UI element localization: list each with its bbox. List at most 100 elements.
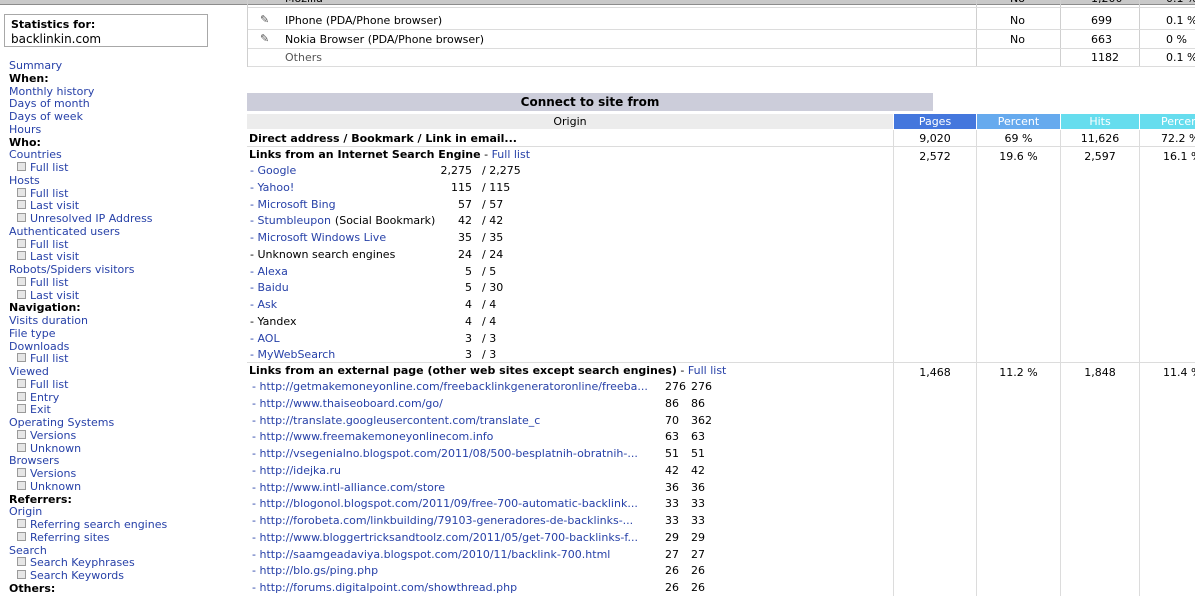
search-engine-item[interactable]: - Baidu xyxy=(250,281,289,294)
search-engine-name[interactable]: - MyWebSearch xyxy=(250,348,335,361)
search-engine-pages: 24 xyxy=(458,247,472,261)
search-engine-pages: 42 xyxy=(458,214,472,228)
search-engine-pages: 2,275 xyxy=(440,164,473,177)
sidebar-link-summary[interactable]: Summary xyxy=(9,59,239,73)
search-engine-item[interactable]: - Microsoft Bing xyxy=(250,198,336,211)
browser-percent: 0.1 % xyxy=(1166,0,1195,5)
search-engine-hits: / 115 xyxy=(482,180,511,194)
search-engine-full-list-link[interactable]: Full list xyxy=(492,148,530,161)
submenu-icon xyxy=(17,289,26,299)
sidebar-sublink-label: Last visit xyxy=(30,288,80,302)
external-site-link[interactable]: - http://blo.gs/ping.php xyxy=(252,564,378,577)
external-site-link[interactable]: - http://blogonol.blogspot.com/2011/09/f… xyxy=(252,497,638,510)
direct-percent: 69 % xyxy=(1004,132,1033,145)
search-engine-item[interactable]: - MyWebSearch xyxy=(250,348,335,361)
search-engine-hits: / 2,275 xyxy=(482,164,521,177)
search-engine-name[interactable]: - Microsoft Bing xyxy=(250,198,336,211)
statistics-box: Statistics for: backlinkin.com xyxy=(4,14,208,47)
browsers-table: ✎ Mozilla No 1,200 0.1 % ✎ IPhone (PDA/Phone b… xyxy=(247,0,1195,67)
sidebar-link-days-of-week[interactable]: Days of week xyxy=(9,110,239,124)
external-site-pages: 36 xyxy=(665,480,679,494)
external-site-hits: 26 xyxy=(691,581,705,594)
sidebar-link-file-type[interactable]: File type xyxy=(9,327,239,341)
external-site-pages: 27 xyxy=(665,547,679,561)
search-engine-name[interactable]: - Google xyxy=(250,164,296,177)
submenu-icon xyxy=(17,238,26,248)
sidebar-sublink-label: Last visit xyxy=(30,250,80,264)
sidebar-sublink-label: Full list xyxy=(30,275,69,289)
sidebar-link-visits-duration[interactable]: Visits duration xyxy=(9,314,239,328)
search-engine-pages: 3 xyxy=(465,331,472,345)
browser-grabber: No xyxy=(1010,14,1025,27)
submenu-icon xyxy=(17,391,26,401)
search-engine-hits: / 24 xyxy=(482,247,504,261)
sidebar-section-others: Others: xyxy=(9,581,56,595)
sidebar-sublink-full-list[interactable]: Full list xyxy=(9,161,239,175)
sidebar-sublink-label: Unknown xyxy=(30,441,82,455)
sidebar-link-hours[interactable]: Hours xyxy=(9,123,239,137)
search-engine-item[interactable]: - Ask xyxy=(250,298,277,311)
external-site-pages: 276 xyxy=(665,380,686,393)
browser-percent: 0.1 % xyxy=(1166,51,1195,64)
external-site-link[interactable]: - http://forobeta.com/linkbuilding/79103… xyxy=(252,514,633,527)
search-percent: 19.6 % xyxy=(999,150,1038,163)
search-engine-name[interactable]: - Stumbleupon xyxy=(250,214,331,227)
search-engine-pages: 5 xyxy=(465,264,472,278)
submenu-icon xyxy=(17,251,26,261)
external-site-hits: 33 xyxy=(691,514,705,527)
submenu-icon xyxy=(17,378,26,388)
search-engine-item[interactable]: - Microsoft Windows Live xyxy=(250,231,386,244)
search-engine-item[interactable]: - Google xyxy=(250,164,296,177)
search-engine-name[interactable]: - Baidu xyxy=(250,281,289,294)
sidebar-sublink-label: Full list xyxy=(30,352,69,366)
sidebar-sublink-label: Search Keyphrases xyxy=(30,556,135,570)
external-site-link[interactable]: - http://idejka.ru xyxy=(252,464,341,477)
external-site-link[interactable]: - http://www.thaiseoboard.com/go/ xyxy=(252,397,443,410)
external-site-link[interactable]: - http://www.intl-alliance.com/store xyxy=(252,481,445,494)
site-name: backlinkin.com xyxy=(11,32,102,46)
external-site-hits: 63 xyxy=(691,430,705,444)
search-engine-hits: / 35 xyxy=(482,231,504,244)
external-site-link[interactable]: - http://www.freemakemoneyonlinecom.info xyxy=(252,430,493,443)
search-engine-name[interactable]: - AOL xyxy=(250,332,280,345)
sidebar-sublink-referring-sites[interactable]: Referring sites xyxy=(9,531,239,545)
external-site-link[interactable]: - http://translate.googleusercontent.com… xyxy=(252,414,540,427)
sidebar-sublink-label: Exit xyxy=(30,403,51,417)
browser-grabber: No xyxy=(1010,0,1025,5)
submenu-icon xyxy=(17,404,26,414)
sidebar-sublink-search-keywords[interactable]: Search Keywords xyxy=(9,569,239,583)
sidebar-sublink-label: Versions xyxy=(30,467,77,480)
external-site-pages: 51 xyxy=(665,447,679,460)
connect-section-title: Connect to site from xyxy=(247,93,933,111)
external-site-pages: 70 xyxy=(665,413,679,427)
external-site-link[interactable]: - http://vsegenialno.blogspot.com/2011/0… xyxy=(252,447,638,460)
search-engine-name[interactable]: - Alexa xyxy=(250,265,288,278)
search-engine-pages: 3 xyxy=(465,348,472,362)
search-engine-item[interactable]: - Alexa xyxy=(250,265,288,278)
search-engine-name[interactable]: - Ask xyxy=(250,298,277,311)
external-site-pages: 26 xyxy=(665,564,679,578)
external-site-link[interactable]: - http://getmakemoneyonline.com/freeback… xyxy=(252,380,648,393)
browser-hits: 699 xyxy=(1091,14,1112,27)
search-engine-name[interactable]: - Yahoo! xyxy=(250,181,294,194)
sidebar-sublink-unknown[interactable]: Unknown xyxy=(9,480,239,494)
search-engine-pages: 35 xyxy=(458,231,472,244)
header-pages: Pages xyxy=(894,114,976,129)
sidebar-sublink-label: Full list xyxy=(30,161,69,174)
external-site-pages: 63 xyxy=(665,430,679,444)
search-engine-item[interactable]: - Yahoo! xyxy=(250,181,294,194)
search-engine-item[interactable]: - AOL xyxy=(250,332,280,345)
external-site-link[interactable]: - http://forums.digitalpoint.com/showthr… xyxy=(252,581,517,594)
search-engine-heading: Links from an Internet Search Engine - F… xyxy=(249,148,531,161)
external-site-hits: 29 xyxy=(691,530,705,544)
search-engine-name[interactable]: - Microsoft Windows Live xyxy=(250,231,386,244)
external-page-full-list-link[interactable]: Full list xyxy=(688,364,726,377)
search-engine-item[interactable]: - Stumbleupon (Social Bookmark) xyxy=(250,214,435,227)
search-engine-name: - Unknown search engines xyxy=(250,247,396,261)
external-site-pages: 26 xyxy=(665,581,679,594)
sidebar-sublink-unresolved-ip-address[interactable]: Unresolved IP Address xyxy=(9,212,239,226)
external-site-link[interactable]: - http://www.bloggertricksandtoolz.com/2… xyxy=(252,531,638,544)
search-engine-pages: 57 xyxy=(458,197,472,211)
external-site-pages: 33 xyxy=(665,497,679,511)
external-site-link[interactable]: - http://saamgeadaviya.blogspot.com/2010… xyxy=(252,548,610,561)
